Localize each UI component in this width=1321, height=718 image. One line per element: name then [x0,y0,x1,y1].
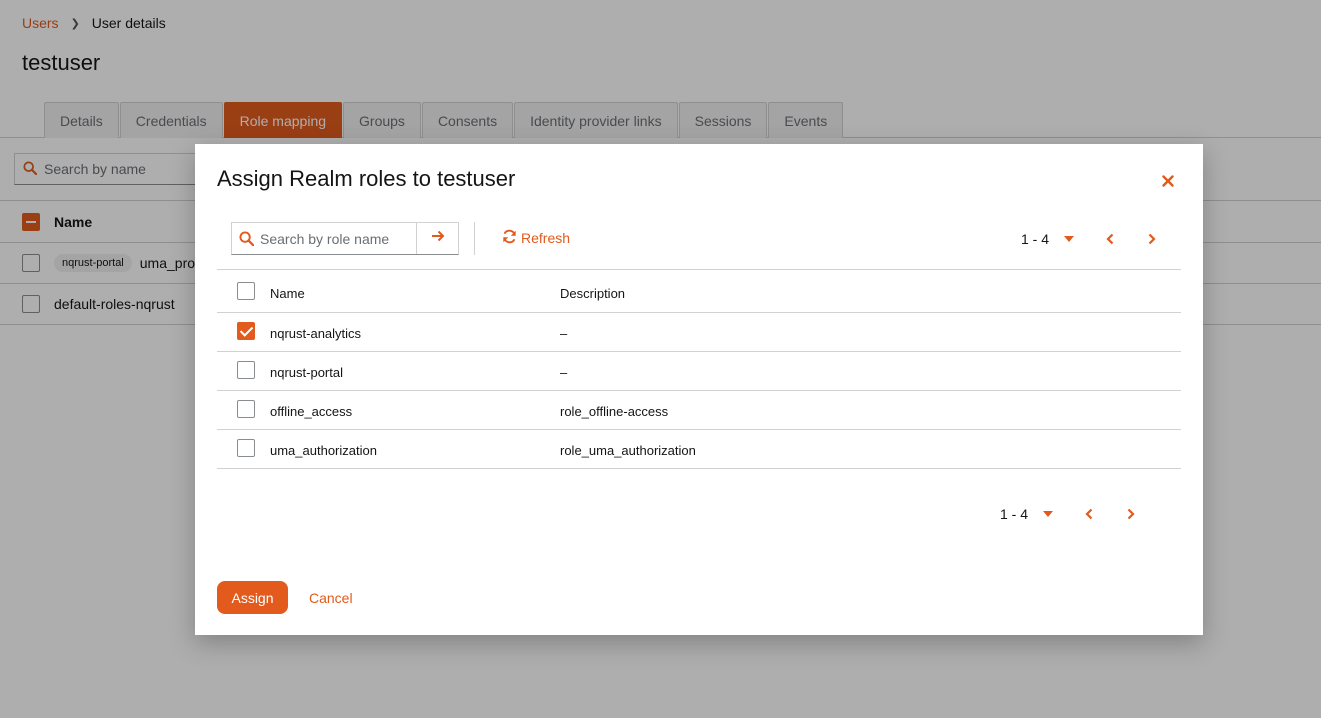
search-submit-button[interactable] [416,223,458,254]
table-row: offline_access role_offline-access [217,391,1181,430]
table-row: nqrust-portal – [217,352,1181,391]
table-row: uma_authorization role_uma_authorization [217,430,1181,469]
row-checkbox[interactable] [237,361,255,379]
modal-title: Assign Realm roles to testuser [217,166,516,191]
roles-table: Name Description nqrust-analytics – nqru… [217,269,1181,469]
role-name: offline_access [270,404,353,419]
pagination-top: 1 - 4 [1021,228,1183,250]
arrow-right-icon [431,229,445,248]
assign-button[interactable]: Assign [217,581,288,614]
role-description: – [560,365,568,380]
column-header-name: Name [270,286,305,301]
role-description: role_offline-access [560,404,669,419]
caret-down-icon[interactable] [1059,229,1079,249]
row-checkbox[interactable] [237,439,255,457]
role-description: role_uma_authorization [560,443,696,458]
assign-roles-modal: Assign Realm roles to testuser Refresh 1… [195,144,1203,635]
search-icon [239,231,255,251]
role-search-box [231,222,459,255]
role-name: nqrust-portal [270,365,343,380]
chevron-right-icon[interactable] [1120,503,1142,525]
row-checkbox[interactable] [237,400,255,418]
pagination-range: 1 - 4 [1000,506,1029,522]
refresh-label: Refresh [521,230,571,246]
row-checkbox[interactable] [237,322,255,340]
refresh-icon [502,229,521,247]
column-header-description: Description [560,286,626,301]
pagination-bottom: 1 - 4 [1000,503,1162,525]
chevron-left-icon[interactable] [1078,503,1100,525]
caret-down-icon[interactable] [1038,504,1058,524]
role-search-input[interactable] [260,223,418,254]
cancel-button[interactable]: Cancel [309,590,353,606]
chevron-left-icon[interactable] [1099,228,1121,250]
chevron-right-icon[interactable] [1141,228,1163,250]
role-name: uma_authorization [270,443,377,458]
close-icon[interactable] [1157,170,1179,192]
pagination-range: 1 - 4 [1021,231,1050,247]
refresh-button[interactable]: Refresh [502,229,570,247]
role-name: nqrust-analytics [270,326,362,341]
role-description: – [560,326,568,341]
select-all-checkbox[interactable] [237,282,255,300]
table-row: nqrust-analytics – [217,313,1181,352]
table-header-row: Name Description [217,269,1181,313]
toolbar-divider [474,222,475,255]
